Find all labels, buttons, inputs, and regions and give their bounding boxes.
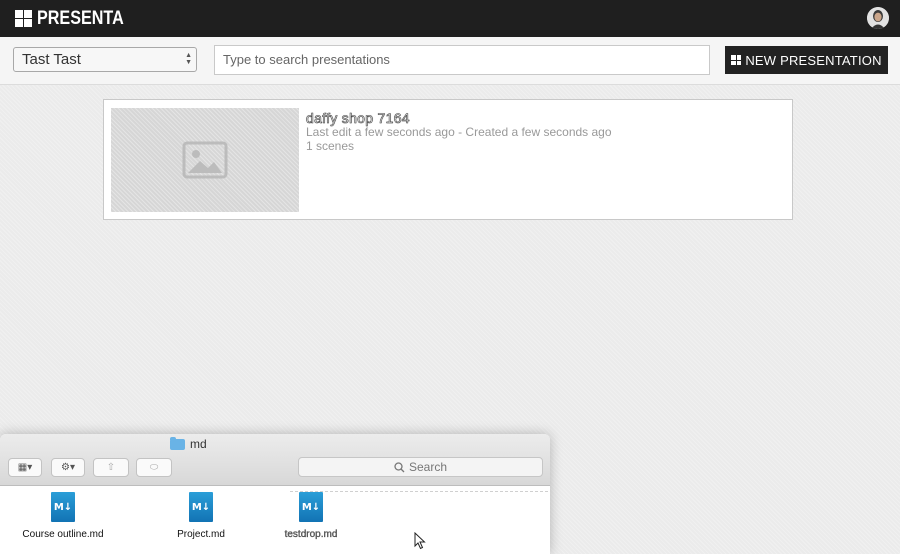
- new-presentation-label: NEW PRESENTATION: [745, 52, 882, 68]
- file-name: Project.md: [177, 529, 225, 540]
- file-name: Course outline.md: [22, 529, 104, 540]
- search-presentations-input[interactable]: Type to search presentations: [214, 45, 710, 75]
- brand-name: PRESENTA: [37, 7, 124, 29]
- markdown-file-icon: M↓: [189, 492, 213, 522]
- presentation-thumbnail[interactable]: [111, 108, 299, 212]
- file-item[interactable]: M↓ Project.md: [146, 492, 256, 540]
- finder-search-field[interactable]: Search: [298, 457, 543, 477]
- select-arrows-icon: ▲ ▼: [185, 52, 192, 66]
- view-options-button[interactable]: ▦▾: [8, 458, 42, 477]
- share-icon: ⇧: [106, 462, 116, 473]
- mouse-pointer-icon: [414, 532, 426, 550]
- brand-logo[interactable]: PRESENTA: [15, 8, 139, 29]
- folder-icon: [170, 436, 185, 450]
- presentation-meta: Last edit a few seconds ago - Created a …: [306, 125, 612, 139]
- grid-icon: [731, 55, 742, 65]
- finder-toolbar: md ▦▾ ⚙▾ ⇧ ⬭ Search: [0, 434, 550, 486]
- image-placeholder-icon: [182, 141, 228, 179]
- file-item[interactable]: M↓ Course outline.md: [8, 492, 118, 540]
- presentation-scenes: 1 scenes: [306, 139, 355, 153]
- finder-search-label: Search: [408, 460, 448, 474]
- file-name: testdrop.md: [284, 529, 338, 540]
- new-presentation-button[interactable]: NEW PRESENTATION: [725, 46, 888, 74]
- presentation-card[interactable]: daffy shop 7164 Last edit a few seconds …: [103, 99, 793, 220]
- workspace-select-value: Tast Tast: [22, 51, 81, 68]
- grid-logo-icon: [15, 10, 32, 27]
- share-button[interactable]: ⇧: [93, 458, 129, 477]
- top-bar: PRESENTA: [0, 0, 900, 37]
- workspace-select[interactable]: Tast Tast ▲ ▼: [13, 47, 197, 72]
- toolbar: Tast Tast ▲ ▼ Type to search presentation…: [0, 37, 900, 85]
- tag-icon: ⬭: [149, 462, 159, 473]
- search-icon: [394, 461, 405, 472]
- action-button[interactable]: ⚙▾: [51, 458, 85, 477]
- icon-view-icon: ▦▾: [17, 462, 33, 473]
- markdown-file-icon: M↓: [51, 492, 75, 522]
- finder-window[interactable]: md ▦▾ ⚙▾ ⇧ ⬭ Search M↓ Course outline.md…: [0, 434, 550, 554]
- presentation-title[interactable]: daffy shop 7164: [306, 110, 410, 127]
- gear-icon: ⚙▾: [61, 462, 75, 473]
- folder-name: md: [190, 437, 207, 451]
- file-item[interactable]: M↓ testdrop.md: [256, 492, 366, 540]
- markdown-file-icon: M↓: [299, 492, 323, 522]
- finder-title: md: [170, 436, 207, 451]
- user-avatar[interactable]: [867, 7, 889, 29]
- tags-button[interactable]: ⬭: [136, 458, 172, 477]
